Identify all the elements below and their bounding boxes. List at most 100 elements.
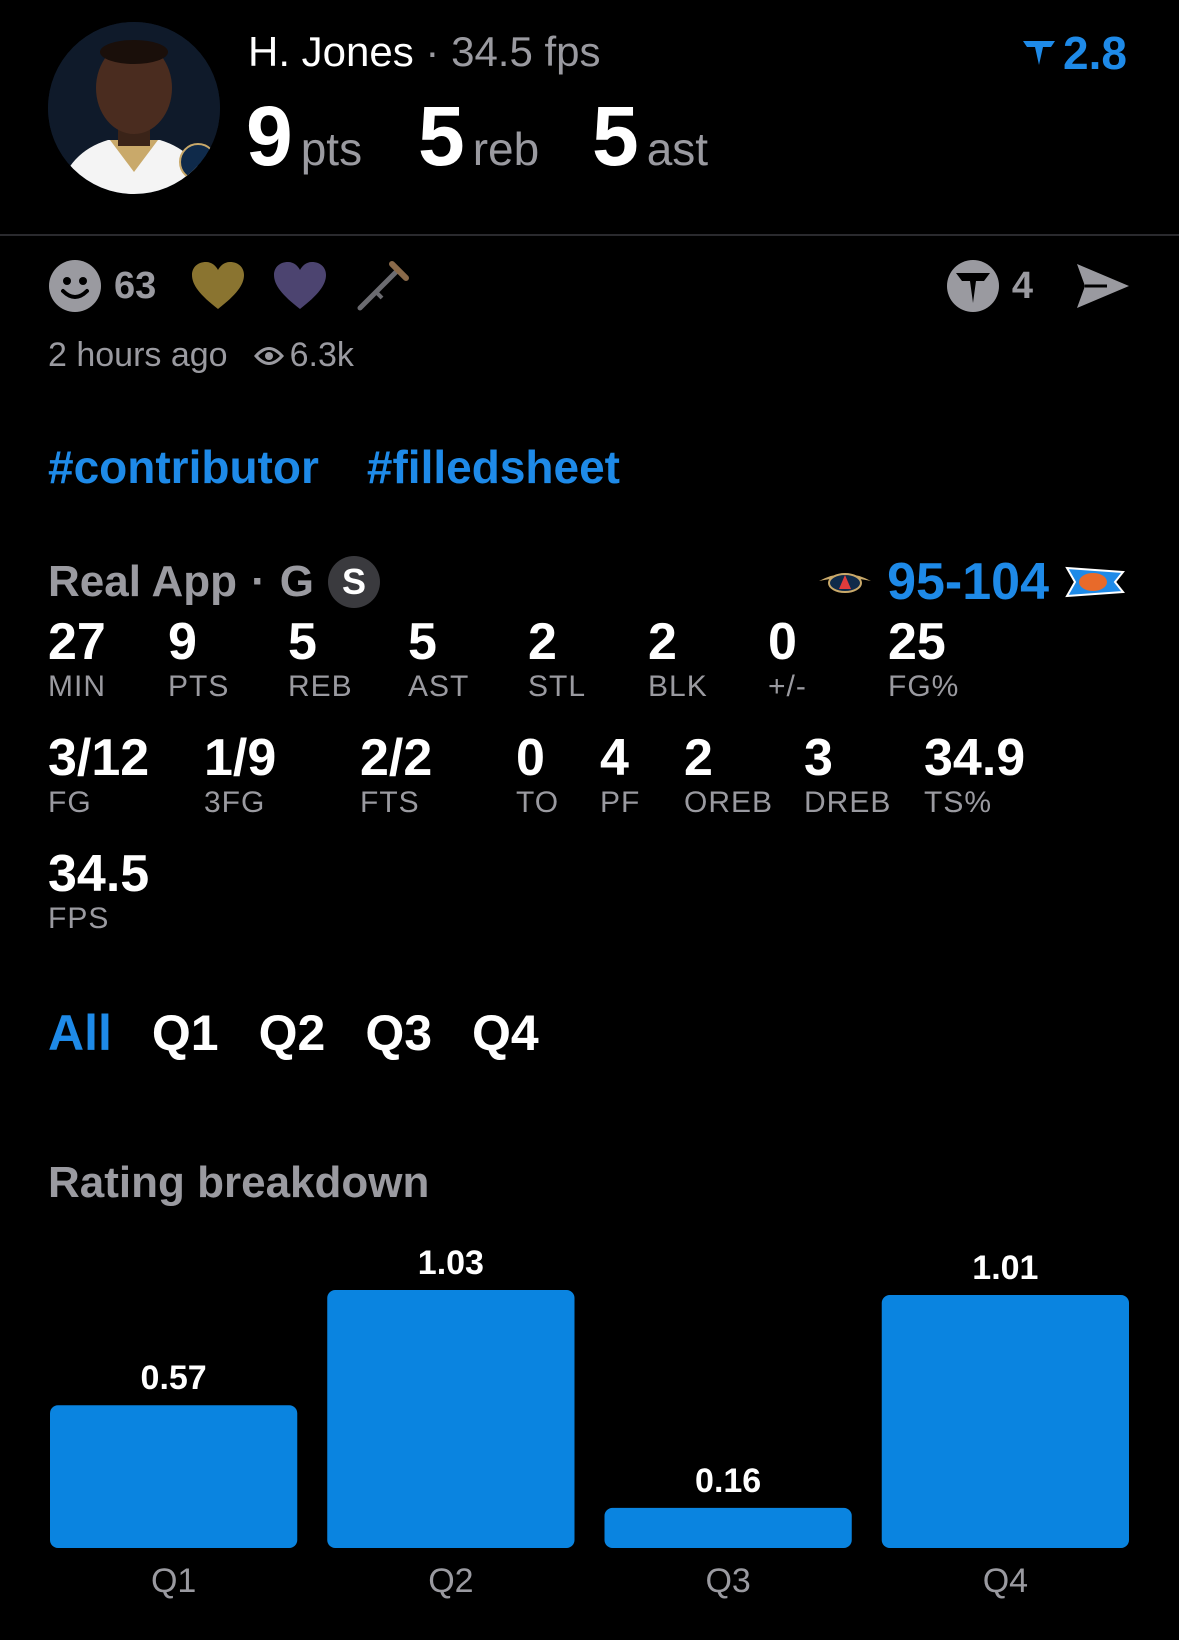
player-position: G <box>279 557 314 606</box>
stat-ast: 5 AST <box>408 614 469 704</box>
stat-to: 0 TO <box>516 730 559 820</box>
okc-logo-icon <box>1065 566 1125 598</box>
rating-chart: 0.57 Q1 1.03 Q2 0.16 Q3 1.01 Q4 <box>50 1244 1129 1600</box>
stat-label: FTS <box>360 786 420 819</box>
stat-value: 2 <box>528 613 557 671</box>
stat-label: DREB <box>804 786 892 819</box>
rating-value: 2.8 <box>1063 27 1127 79</box>
score-text: 95-104 <box>887 553 1049 611</box>
stat-label: TO <box>516 786 560 819</box>
smiley-icon[interactable] <box>48 259 102 313</box>
tab-q3[interactable]: Q3 <box>365 1004 432 1062</box>
chart-category-label: Q2 <box>428 1562 473 1600</box>
chart-data-label: 0.57 <box>141 1359 207 1397</box>
stat-value: 4 <box>600 729 629 787</box>
big-stat-unit: reb <box>472 123 540 175</box>
chart-category-label: Q3 <box>705 1562 750 1600</box>
tag-contributor[interactable]: #contributor <box>48 440 319 494</box>
big-stat-value: 5 <box>418 89 465 183</box>
big-stat-unit: pts <box>300 123 363 175</box>
stat-oreb: 2 OREB <box>684 730 773 820</box>
stat-value: 5 <box>408 613 437 671</box>
stat-value: 1/9 <box>204 729 277 787</box>
quarter-tabs: All Q1 Q2 Q3 Q4 <box>48 1004 539 1062</box>
stat-reb: 5 REB <box>288 614 353 704</box>
stat-pf: 4 PF <box>600 730 640 820</box>
view-count: 6.3k <box>289 336 354 374</box>
player-fps: 34.5 fps <box>451 28 601 75</box>
stat-value: 34.5 <box>48 845 150 903</box>
share-icon[interactable] <box>1075 262 1131 310</box>
source-app: Real App <box>48 557 238 606</box>
stat-label: OREB <box>684 786 774 819</box>
stat-ts-pct: 34.9 TS% <box>924 730 1025 820</box>
stat-label: MIN <box>48 670 106 703</box>
reaction-bar: 63 <box>48 256 410 316</box>
stat-label: 3FG <box>204 786 266 819</box>
stat-value: 2 <box>648 613 677 671</box>
stat-value: 0 <box>516 729 545 787</box>
chart-bar-q2[interactable] <box>327 1290 575 1548</box>
stat-label: PF <box>600 786 641 819</box>
stat-plus-minus: 0 +/- <box>768 614 807 704</box>
real-count: 4 <box>1011 264 1033 307</box>
stat-3fg: 1/9 3FG <box>204 730 276 820</box>
chart-bar-q3[interactable] <box>604 1507 852 1548</box>
game-score[interactable]: 95-104 <box>817 552 1127 612</box>
post-meta: 2 hours ago 6.3k <box>48 336 354 375</box>
stat-value: 5 <box>288 613 317 671</box>
stat-fts: 2/2 FTS <box>360 730 432 820</box>
stat-label: FPS <box>48 902 110 935</box>
chart-bar-q1[interactable] <box>50 1405 298 1548</box>
player-name[interactable]: H. Jones <box>248 28 414 75</box>
separator-dot: · <box>425 28 440 75</box>
purple-heart-icon[interactable] <box>272 261 328 311</box>
chart-category-label: Q4 <box>983 1562 1028 1600</box>
chart-category-label: Q1 <box>151 1562 196 1600</box>
starter-badge: S <box>327 556 380 608</box>
tab-q4[interactable]: Q4 <box>472 1004 539 1062</box>
chart-bar-q4[interactable] <box>881 1295 1129 1548</box>
rating-badge[interactable]: 2.8 <box>1021 26 1127 80</box>
stat-label: +/- <box>768 670 807 703</box>
big-stat-unit: ast <box>646 123 709 175</box>
tag-list: #contributor #filledsheet <box>48 440 620 494</box>
big-stat-value: 5 <box>592 89 639 183</box>
stat-fps: 34.5 FPS <box>48 846 149 936</box>
source-line: Real App · G S <box>48 556 380 608</box>
big-stat-value: 9 <box>246 89 293 183</box>
stat-min: 27 MIN <box>48 614 106 704</box>
stat-value: 3/12 <box>48 729 150 787</box>
stat-value: 2 <box>684 729 713 787</box>
tab-all[interactable]: All <box>48 1004 112 1062</box>
chart-data-label: 1.01 <box>972 1249 1038 1287</box>
stat-label: FG <box>48 786 92 819</box>
stat-label: PTS <box>168 670 230 703</box>
big-stat-ast: 5 ast <box>592 88 708 185</box>
separator-dot: · <box>251 557 266 606</box>
stat-fg-pct: 25 FG% <box>888 614 959 704</box>
stat-stl: 2 STL <box>528 614 586 704</box>
stat-value: 34.9 <box>924 729 1026 787</box>
stat-blk: 2 BLK <box>648 614 708 704</box>
eye-icon <box>253 346 284 365</box>
stat-value: 27 <box>48 613 106 671</box>
stat-label: STL <box>528 670 587 703</box>
gold-heart-icon[interactable] <box>190 261 246 311</box>
stat-value: 2/2 <box>360 729 433 787</box>
stat-value: 0 <box>768 613 797 671</box>
stat-dreb: 3 DREB <box>804 730 891 820</box>
stat-value: 25 <box>888 613 946 671</box>
tag-filledsheet[interactable]: #filledsheet <box>367 440 620 494</box>
player-avatar[interactable] <box>48 22 220 194</box>
crutch-icon[interactable] <box>354 258 410 314</box>
real-rating-icon <box>1023 41 1056 65</box>
chart-data-label: 0.16 <box>695 1462 761 1500</box>
real-logo-icon[interactable] <box>946 259 1000 313</box>
stat-label: AST <box>408 670 470 703</box>
tab-q2[interactable]: Q2 <box>259 1004 326 1062</box>
chart-data-label: 1.03 <box>418 1244 484 1282</box>
stat-pts: 9 PTS <box>168 614 229 704</box>
tab-q1[interactable]: Q1 <box>152 1004 219 1062</box>
header-divider <box>0 234 1179 236</box>
